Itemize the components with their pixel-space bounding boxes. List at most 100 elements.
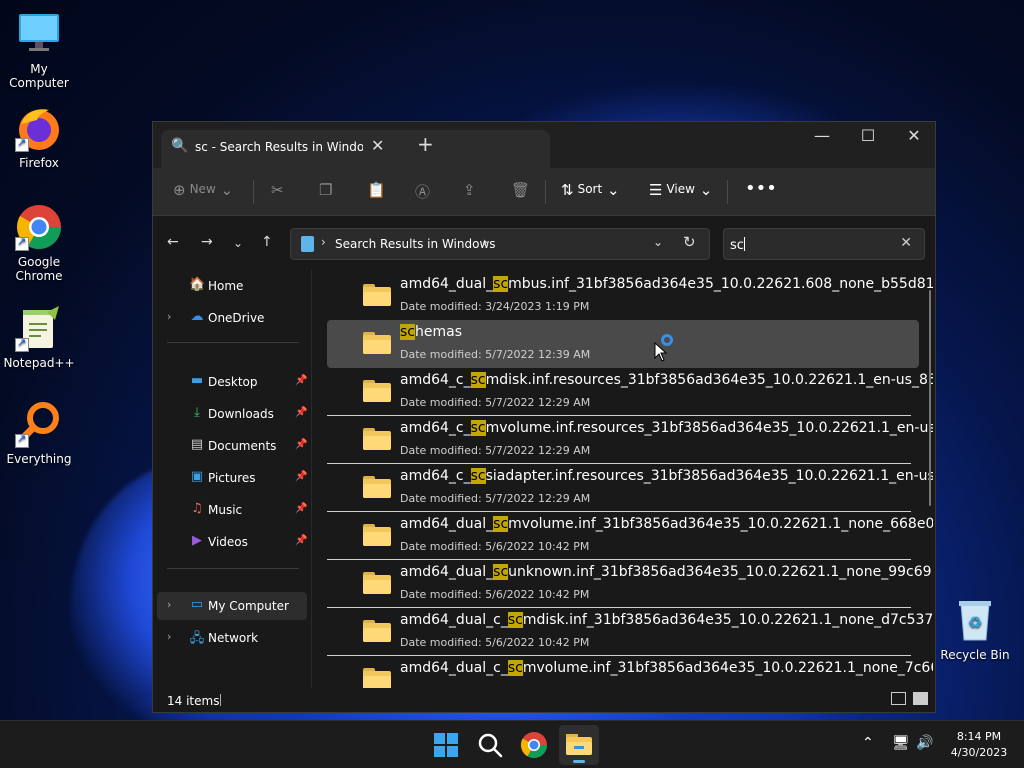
sidebar-item-onedrive[interactable]: › ☁ OneDrive: [157, 304, 307, 332]
item-name: amd64_c_scmdisk.inf.resources_31bf3856ad…: [400, 372, 933, 388]
recycle-bin-icon: ♻: [951, 596, 999, 644]
tab-search-results[interactable]: 🔍 sc - Search Results in Window ✕: [161, 130, 550, 168]
vertical-scrollbar[interactable]: [929, 290, 931, 506]
pane-splitter[interactable]: [311, 270, 312, 688]
address-bar[interactable]: › Search Results in Windows › ⌄ ↻: [290, 228, 710, 260]
address-dropdown-icon[interactable]: ⌄: [653, 235, 663, 249]
expand-chevron-icon[interactable]: ›: [167, 598, 171, 611]
refresh-icon[interactable]: ↻: [683, 233, 696, 251]
share-icon[interactable]: ⇪: [463, 181, 476, 199]
list-item[interactable]: amd64_dual_c_scmvolume.inf_31bf3856ad364…: [327, 656, 933, 688]
shortcut-arrow-icon: [15, 336, 29, 352]
tiles-view-icon[interactable]: [913, 692, 928, 705]
volume-icon[interactable]: 🔊: [916, 735, 933, 751]
search-box[interactable]: sc ✕: [723, 228, 925, 260]
list-item[interactable]: amd64_dual_scmvolume.inf_31bf3856ad364e3…: [327, 512, 933, 560]
desktop-icon-recycle-bin[interactable]: ♻ Recycle Bin: [937, 596, 1013, 662]
start-button[interactable]: [430, 729, 462, 761]
list-item[interactable]: amd64_dual_scunknown.inf_31bf3856ad364e3…: [327, 560, 933, 608]
network-status-icon[interactable]: 🖥: [892, 735, 910, 751]
taskbar-file-explorer-button[interactable]: [559, 725, 599, 765]
sidebar-item-network[interactable]: › 🖧 Network: [157, 624, 307, 652]
system-clock[interactable]: 8:14 PM 4/30/2023: [946, 729, 1012, 761]
more-options-icon[interactable]: •••: [745, 178, 777, 199]
sidebar-item-desktop[interactable]: ▬ Desktop 📌: [157, 368, 308, 396]
desktop-icon-label: Recycle Bin: [940, 648, 1010, 662]
details-view-icon[interactable]: [891, 692, 906, 705]
expand-chevron-icon[interactable]: ›: [167, 630, 171, 643]
pin-icon[interactable]: 📌: [295, 407, 307, 418]
back-arrow-icon[interactable]: ←: [167, 234, 179, 250]
desktop-icon-notepadpp[interactable]: Notepad++: [1, 304, 77, 370]
tab-close-icon[interactable]: ✕: [371, 136, 384, 155]
forward-arrow-icon[interactable]: →: [201, 234, 213, 250]
sidebar-item-downloads[interactable]: ⤓ Downloads 📌: [157, 400, 307, 428]
svg-text:♻: ♻: [968, 613, 982, 632]
list-item[interactable]: amd64_c_scsiadapter.inf.resources_31bf38…: [327, 464, 933, 512]
cut-icon[interactable]: ✂: [271, 181, 284, 199]
view-button[interactable]: ☰ View ⌄: [649, 181, 712, 199]
file-explorer-window: 🔍 sc - Search Results in Window ✕ + — ☐ …: [152, 121, 936, 713]
rename-icon[interactable]: Ⓐ: [415, 181, 430, 202]
clear-search-icon[interactable]: ✕: [900, 235, 912, 251]
item-name: amd64_dual_scmvolume.inf_31bf3856ad364e3…: [400, 516, 933, 532]
search-value: sc: [730, 238, 744, 253]
desktop-icon-label: My Computer: [9, 62, 69, 90]
pin-icon[interactable]: 📌: [295, 535, 307, 546]
title-bar: 🔍 sc - Search Results in Window ✕ + — ☐ …: [153, 122, 935, 168]
pin-icon[interactable]: 📌: [295, 439, 307, 450]
sidebar-item-documents[interactable]: ▤ Documents 📌: [157, 432, 308, 460]
up-arrow-icon[interactable]: ↑: [261, 234, 273, 250]
folder-icon: [363, 380, 391, 402]
search-input[interactable]: sc: [730, 237, 745, 253]
chrome-icon: [520, 732, 548, 759]
item-date: Date modified: 5/7/2022 12:29 AM: [400, 492, 591, 505]
search-icon: 🔍: [171, 138, 189, 154]
paste-icon[interactable]: 📋: [367, 181, 386, 199]
show-hidden-icons-chevron-icon[interactable]: ⌃: [862, 735, 874, 751]
sidebar-item-label: Music: [208, 503, 243, 517]
pin-icon[interactable]: 📌: [295, 503, 307, 514]
list-item[interactable]: amd64_dual_c_scmdisk.inf_31bf3856ad364e3…: [327, 608, 933, 656]
taskbar-chrome-button[interactable]: [518, 729, 550, 761]
breadcrumb-chevron-icon[interactable]: ›: [321, 235, 326, 249]
item-date: Date modified: 5/7/2022 12:29 AM: [400, 444, 591, 457]
new-button[interactable]: ⊕ New ⌄: [173, 181, 233, 199]
document-icon: ▤: [190, 437, 204, 452]
folder-icon: [363, 332, 391, 354]
recent-locations-chevron-icon[interactable]: ⌄: [233, 236, 243, 250]
navigation-pane: 🏠 Home › ☁ OneDrive ▬ Desktop 📌 ⤓ Downlo…: [153, 270, 309, 688]
sidebar-item-home[interactable]: 🏠 Home: [157, 272, 307, 300]
desktop-icon-chrome[interactable]: Google Chrome: [1, 203, 77, 283]
sidebar-item-music[interactable]: ♫ Music 📌: [157, 496, 307, 524]
close-button[interactable]: ✕: [891, 126, 937, 145]
delete-icon[interactable]: 🗑: [511, 181, 530, 199]
copy-icon[interactable]: ❐: [319, 181, 332, 199]
new-label: New: [189, 182, 216, 196]
new-tab-button[interactable]: +: [417, 132, 434, 156]
list-item[interactable]: amd64_c_scmvolume.inf.resources_31bf3856…: [327, 416, 933, 464]
desktop-icon-firefox[interactable]: Firefox: [1, 104, 77, 170]
expand-chevron-icon[interactable]: ›: [167, 310, 171, 323]
sidebar-item-pictures[interactable]: ▣ Pictures 📌: [157, 464, 308, 492]
windows-logo-icon: [434, 733, 458, 757]
search-location-icon: [301, 236, 314, 252]
list-item[interactable]: schemas Date modified: 5/7/2022 12:39 AM: [327, 320, 919, 368]
desktop-icon-my-computer[interactable]: My Computer: [1, 10, 77, 90]
sidebar-item-videos[interactable]: ▶ Videos 📌: [157, 528, 307, 556]
sidebar-item-my-computer[interactable]: › ▭ My Computer: [157, 592, 307, 620]
clock-time: 8:14 PM: [956, 730, 1002, 743]
minimize-button[interactable]: —: [799, 126, 845, 145]
list-item[interactable]: amd64_c_scmdisk.inf.resources_31bf3856ad…: [327, 368, 933, 416]
pin-icon[interactable]: 📌: [295, 471, 307, 482]
item-date: Date modified: 3/24/2023 1:19 PM: [400, 300, 590, 313]
maximize-button[interactable]: ☐: [845, 126, 891, 145]
breadcrumb-chevron-icon[interactable]: ›: [483, 235, 488, 249]
sidebar-item-label: Network: [208, 631, 259, 645]
pin-icon[interactable]: 📌: [295, 375, 307, 386]
mouse-pointer-icon: [654, 342, 668, 362]
sort-button[interactable]: ⇅ Sort ⌄: [561, 181, 620, 199]
list-item[interactable]: amd64_dual_scmbus.inf_31bf3856ad364e35_1…: [327, 272, 933, 320]
taskbar-search-button[interactable]: [474, 729, 506, 761]
desktop-icon-everything[interactable]: Everything: [1, 400, 77, 466]
